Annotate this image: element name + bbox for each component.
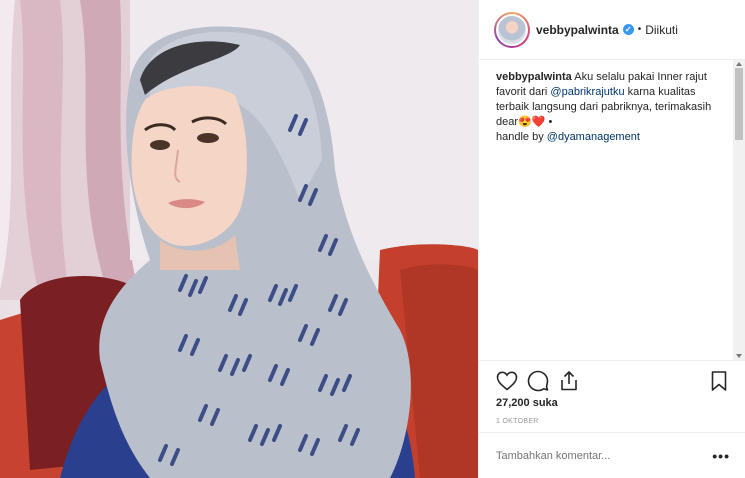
post-panel: vebbypalwinta ✓ • Diikuti vebbypalwinta … (478, 0, 745, 478)
heart-icon[interactable] (495, 369, 519, 393)
more-options-icon[interactable]: ••• (712, 448, 730, 464)
bookmark-icon[interactable] (707, 369, 731, 393)
comment-bubble-icon[interactable] (526, 369, 550, 393)
follow-button[interactable]: Diikuti (645, 23, 678, 37)
share-icon[interactable] (557, 369, 581, 393)
separator-dot: • (637, 24, 642, 35)
post-image (0, 0, 478, 478)
caption-username[interactable]: vebbypalwinta (496, 71, 572, 83)
mention-link-pabrikrajutku[interactable]: @pabrikrajutku (550, 86, 624, 98)
comment-input[interactable] (496, 449, 713, 462)
action-bar: 27,200 suka 1 OKTOBER (479, 360, 745, 440)
mention-link-dyamanagement[interactable]: @dyamanagement (547, 131, 640, 143)
scroll-up-icon[interactable] (736, 62, 742, 66)
post-header: vebbypalwinta ✓ • Diikuti (479, 0, 745, 60)
caption-emojis: 😍❤️ (518, 116, 546, 128)
add-comment-bar: ••• (479, 432, 745, 478)
caption: vebbypalwinta Aku selalu pakai Inner raj… (496, 70, 726, 145)
caption-text-3: • (548, 116, 553, 128)
post-photo[interactable] (0, 0, 478, 478)
scrollbar-thumb[interactable] (735, 68, 743, 140)
post-date: 1 OKTOBER (496, 418, 539, 425)
comments-scrollbar[interactable] (733, 60, 745, 360)
avatar[interactable] (494, 11, 530, 48)
username-link[interactable]: vebbypalwinta (536, 23, 619, 37)
verified-badge-icon: ✓ (622, 24, 634, 35)
scroll-down-icon[interactable] (736, 354, 742, 358)
caption-handle-prefix: handle by (496, 131, 544, 143)
likes-count[interactable]: 27,200 suka (496, 397, 558, 409)
